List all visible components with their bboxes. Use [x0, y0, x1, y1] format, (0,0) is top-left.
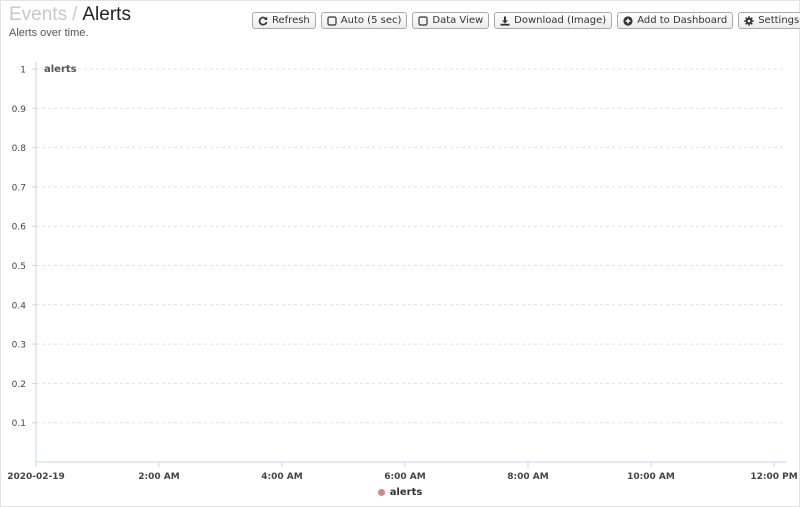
y-tick-label: 0.3 [12, 341, 26, 351]
chart-svg: 0.1 0.2 0.3 0.4 0.5 0.6 0.7 0.8 0.9 1 2020-02-19 2:… [7, 62, 798, 482]
x-tick-label: 8:00 AM [507, 472, 548, 482]
y-tick-label: 0.7 [12, 183, 26, 193]
x-tick-label: 2:00 AM [138, 472, 179, 482]
y-tick-label: 0.6 [12, 223, 27, 233]
x-tick-label: 10:00 AM [627, 472, 675, 482]
chart-legend: alerts [0, 487, 800, 498]
x-tick-label: 4:00 AM [261, 472, 302, 482]
legend-label-alerts[interactable]: alerts [390, 487, 423, 498]
alerts-chart: 0.1 0.2 0.3 0.4 0.5 0.6 0.7 0.8 0.9 1 2020-02-19 2:… [0, 0, 800, 507]
x-tick-label: 6:00 AM [384, 472, 425, 482]
y-tick-label: 1 [20, 66, 26, 76]
y-tick-label: 0.4 [12, 301, 27, 311]
x-tick-label: 2020-02-19 [7, 472, 65, 482]
y-tick-label: 0.5 [12, 262, 26, 272]
y-tick-label: 0.1 [12, 419, 26, 429]
x-tick-label: 12:00 PM [750, 472, 797, 482]
y-tick-label: 0.2 [12, 380, 26, 390]
y-tick-label: 0.9 [12, 105, 27, 115]
series-annotation-alerts: alerts [44, 64, 77, 75]
y-tick-label: 0.8 [12, 144, 27, 154]
legend-swatch-alerts [377, 489, 385, 496]
